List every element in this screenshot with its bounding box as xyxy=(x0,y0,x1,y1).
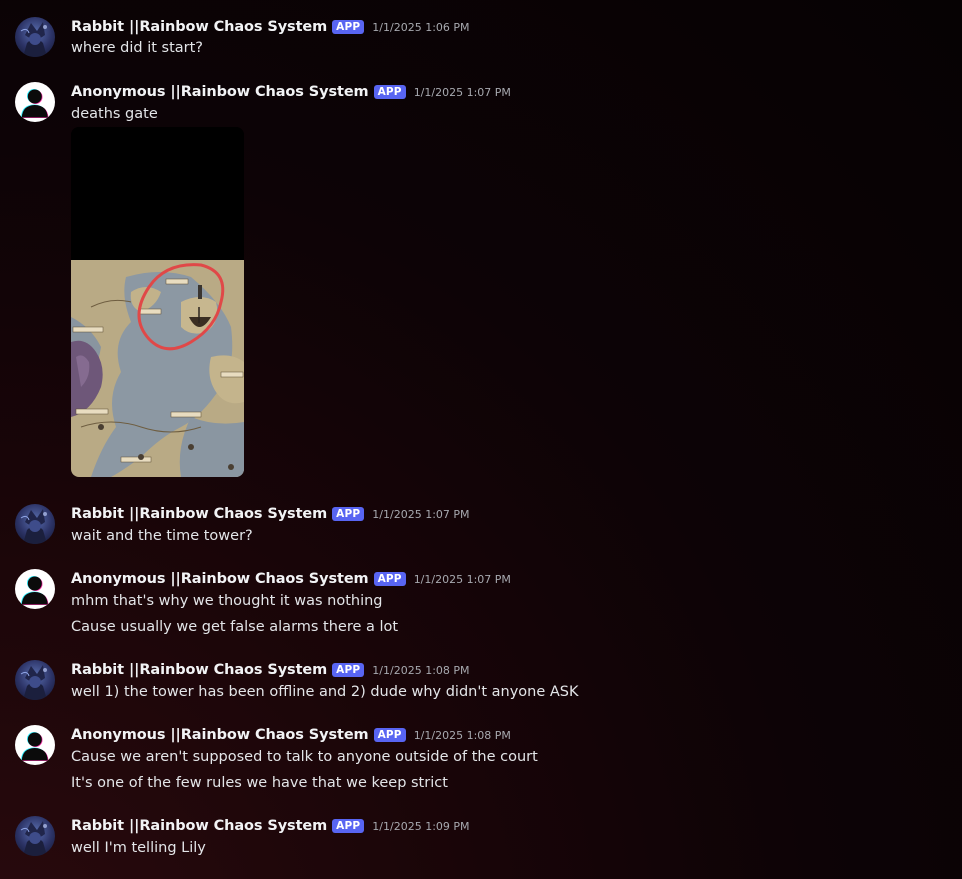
username[interactable]: Anonymous ||Rainbow Chaos System xyxy=(71,727,369,743)
username[interactable]: Anonymous ||Rainbow Chaos System xyxy=(71,571,369,587)
avatar-rabbit[interactable] xyxy=(15,17,55,57)
rabbit-avatar-icon xyxy=(15,660,55,700)
username[interactable]: Rabbit ||Rainbow Chaos System xyxy=(71,19,327,35)
image-attachment[interactable] xyxy=(71,127,244,477)
timestamp: 1/1/2025 1:07 PM xyxy=(372,507,470,521)
app-badge: APP xyxy=(332,663,365,677)
app-badge: APP xyxy=(373,728,406,742)
timestamp: 1/1/2025 1:07 PM xyxy=(413,572,511,586)
app-badge: APP xyxy=(373,572,406,586)
message-header: Anonymous ||Rainbow Chaos System APP 1/1… xyxy=(71,82,511,102)
avatar-anonymous[interactable] xyxy=(15,725,55,765)
avatar-anonymous[interactable] xyxy=(15,82,55,122)
username[interactable]: Rabbit ||Rainbow Chaos System xyxy=(71,818,327,834)
rabbit-avatar-icon xyxy=(15,17,55,57)
message-header: Rabbit ||Rainbow Chaos System APP 1/1/20… xyxy=(71,660,470,680)
anonymous-avatar-icon xyxy=(15,725,55,765)
username[interactable]: Rabbit ||Rainbow Chaos System xyxy=(71,662,327,678)
message-text: Cause usually we get false alarms there … xyxy=(71,619,399,635)
timestamp: 1/1/2025 1:07 PM xyxy=(413,85,511,99)
avatar-anonymous[interactable] xyxy=(15,569,55,609)
app-badge: APP xyxy=(332,20,365,34)
message-header: Anonymous ||Rainbow Chaos System APP 1/1… xyxy=(71,725,511,745)
message-header: Rabbit ||Rainbow Chaos System APP 1/1/20… xyxy=(71,816,470,836)
app-badge: APP xyxy=(332,819,365,833)
app-badge: APP xyxy=(332,507,365,521)
username[interactable]: Anonymous ||Rainbow Chaos System xyxy=(71,84,369,100)
avatar-rabbit[interactable] xyxy=(15,816,55,856)
timestamp: 1/1/2025 1:06 PM xyxy=(372,20,470,34)
anonymous-avatar-icon xyxy=(15,82,55,122)
avatar-rabbit[interactable] xyxy=(15,504,55,544)
message-text: mhm that's why we thought it was nothing xyxy=(71,593,383,609)
timestamp: 1/1/2025 1:08 PM xyxy=(413,728,511,742)
rabbit-avatar-icon xyxy=(15,816,55,856)
message-text: Cause we aren't supposed to talk to anyo… xyxy=(71,749,538,765)
message-text: where did it start? xyxy=(71,40,203,56)
message-text: It's one of the few rules we have that w… xyxy=(71,775,448,791)
timestamp: 1/1/2025 1:08 PM xyxy=(372,663,470,677)
message-text: well I'm telling Lily xyxy=(71,840,206,856)
rabbit-avatar-icon xyxy=(15,504,55,544)
message-text: deaths gate xyxy=(71,106,158,122)
avatar-rabbit[interactable] xyxy=(15,660,55,700)
app-badge: APP xyxy=(373,85,406,99)
message-text: well 1) the tower has been offline and 2… xyxy=(71,684,579,700)
message-header: Rabbit ||Rainbow Chaos System APP 1/1/20… xyxy=(71,504,470,524)
map-image xyxy=(71,127,244,477)
message-text: wait and the time tower? xyxy=(71,528,253,544)
anonymous-avatar-icon xyxy=(15,569,55,609)
timestamp: 1/1/2025 1:09 PM xyxy=(372,819,470,833)
message-header: Anonymous ||Rainbow Chaos System APP 1/1… xyxy=(71,569,511,589)
message-header: Rabbit ||Rainbow Chaos System APP 1/1/20… xyxy=(71,17,470,37)
username[interactable]: Rabbit ||Rainbow Chaos System xyxy=(71,506,327,522)
